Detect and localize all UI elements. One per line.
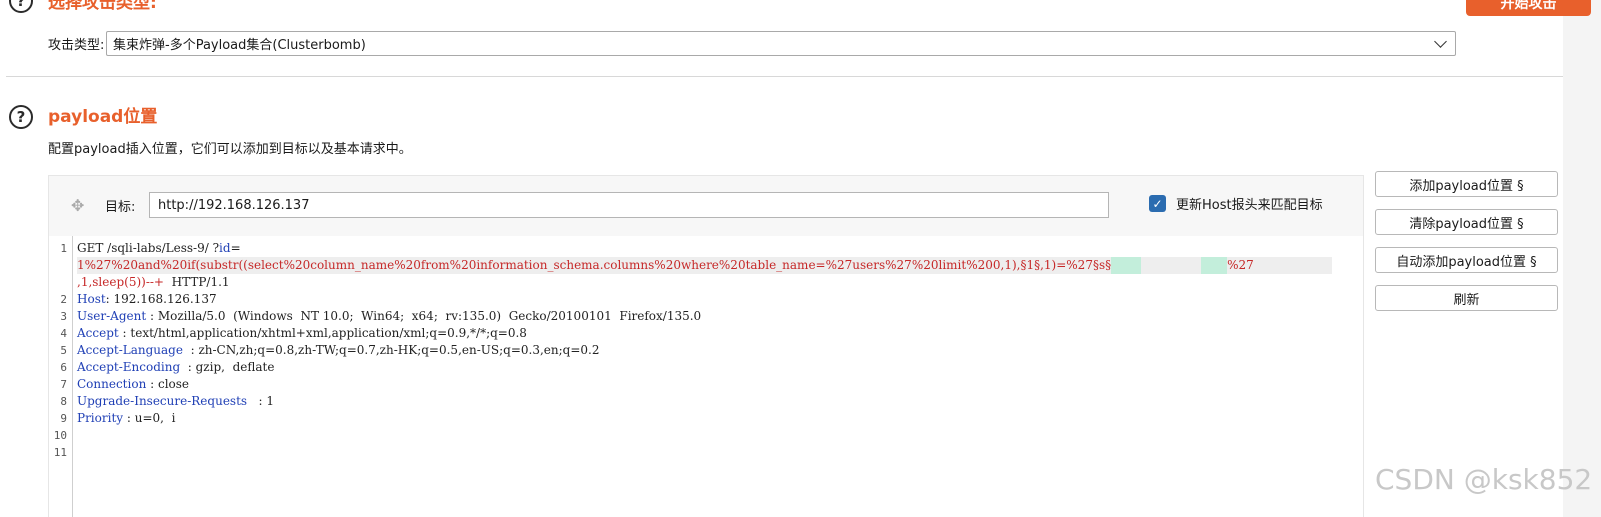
header-key: Accept bbox=[77, 326, 119, 340]
refresh-button[interactable]: 刷新 bbox=[1375, 285, 1558, 311]
attack-type-row: 攻击类型: 集束炸弹-多个Payload集合(Clusterbomb) bbox=[48, 31, 1456, 56]
request-header-line: Connection : close bbox=[77, 376, 189, 393]
add-payload-position-button[interactable]: 添加payload位置 § bbox=[1375, 171, 1558, 197]
start-attack-button[interactable]: 开始攻击 bbox=[1466, 0, 1591, 16]
clear-payload-position-button[interactable]: 清除payload位置 § bbox=[1375, 209, 1558, 235]
request-line: GET /sqli-labs/Less-9/ ?id= bbox=[77, 240, 241, 257]
line-number: 6 bbox=[60, 361, 67, 374]
request-header-line: Accept-Language : zh-CN,zh;q=0.8,zh-TW;q… bbox=[77, 342, 599, 359]
payload-tail: %27 bbox=[1227, 258, 1254, 272]
request-header-line: Host: 192.168.126.137 bbox=[77, 291, 217, 308]
attack-section-title: 选择攻击类型: bbox=[48, 0, 157, 13]
header-value: : Mozilla/5.0 (Windows NT 10.0; Win64; x… bbox=[146, 309, 702, 323]
header-key: Accept-Language bbox=[77, 343, 183, 357]
right-edge-strip bbox=[1563, 0, 1601, 517]
header-key: Upgrade-Insecure-Requests bbox=[77, 394, 248, 408]
watermark: CSDN @ksk852 bbox=[1375, 463, 1593, 496]
header-value: : u=0, i bbox=[123, 411, 176, 425]
line-number: 3 bbox=[60, 310, 67, 323]
payload-position-buttons: 添加payload位置 § 清除payload位置 § 自动添加payload位… bbox=[1375, 171, 1558, 323]
line-number-gutter: 1 2 3 4 5 6 7 8 9 10 11 bbox=[49, 236, 73, 517]
section-divider bbox=[6, 76, 1563, 77]
request-header-line: Priority : u=0, i bbox=[77, 410, 175, 427]
line-number: 9 bbox=[60, 412, 67, 425]
target-row: ✥ 目标: http://192.168.126.137 bbox=[71, 192, 1109, 218]
header-value: : 192.168.126.137 bbox=[105, 292, 217, 306]
line-number: 1 bbox=[60, 242, 67, 255]
payload-editor-panel: ✥ 目标: http://192.168.126.137 ✓ 更新Host报头来… bbox=[48, 175, 1364, 517]
line-number: 11 bbox=[53, 446, 67, 459]
update-host-label: 更新Host报头来匹配目标 bbox=[1176, 198, 1323, 213]
request-editor[interactable]: 1 2 3 4 5 6 7 8 9 10 11 GET /sqli-labs/L… bbox=[49, 236, 1363, 517]
header-value: : gzip, deflate bbox=[180, 360, 275, 374]
header-key: Priority bbox=[77, 411, 124, 425]
update-host-checkbox[interactable]: ✓ bbox=[1149, 195, 1166, 212]
http-version: HTTP/1.1 bbox=[164, 275, 230, 289]
query-param-name: id bbox=[219, 241, 231, 255]
payload-marker-highlight bbox=[1111, 257, 1142, 274]
payload-text: 1%27%20and%20if(substr((select%20column_… bbox=[77, 258, 1112, 272]
attack-type-label: 攻击类型: bbox=[48, 38, 105, 53]
line-number: 2 bbox=[60, 293, 67, 306]
request-line: ,1,sleep(5))--+ HTTP/1.1 bbox=[77, 274, 230, 291]
auto-add-payload-position-button[interactable]: 自动添加payload位置 § bbox=[1375, 247, 1558, 273]
header-value: : text/html,application/xhtml+xml,applic… bbox=[118, 326, 527, 340]
line-number: 10 bbox=[53, 429, 67, 442]
chevron-down-icon bbox=[1434, 34, 1447, 48]
request-header-line: User-Agent : Mozilla/5.0 (Windows NT 10.… bbox=[77, 308, 701, 325]
header-value: : 1 bbox=[247, 394, 275, 408]
move-icon[interactable]: ✥ bbox=[71, 196, 105, 215]
request-header-line: Accept : text/html,application/xhtml+xml… bbox=[77, 325, 527, 342]
header-key: Accept-Encoding bbox=[77, 360, 181, 374]
request-line: 1%27%20and%20if(substr((select%20column_… bbox=[77, 257, 1332, 274]
header-key: Host bbox=[77, 292, 106, 306]
header-key: User-Agent bbox=[77, 309, 147, 323]
line-number: 4 bbox=[60, 327, 67, 340]
header-value: : zh-CN,zh;q=0.8,zh-TW;q=0.7,zh-HK;q=0.5… bbox=[182, 343, 600, 357]
target-input[interactable]: http://192.168.126.137 bbox=[149, 192, 1109, 218]
line-number: 5 bbox=[60, 344, 67, 357]
request-method-path: GET /sqli-labs/Less-9/ ? bbox=[77, 241, 220, 255]
payload-description: 配置payload插入位置，它们可以添加到目标以及基本请求中。 bbox=[48, 142, 412, 157]
attack-help-icon[interactable]: ? bbox=[9, 0, 33, 13]
header-key: Connection bbox=[77, 377, 147, 391]
payload-section-title: payload位置 bbox=[48, 107, 158, 127]
attack-type-select[interactable]: 集束炸弹-多个Payload集合(Clusterbomb) bbox=[106, 31, 1456, 56]
request-header-line: Accept-Encoding : gzip, deflate bbox=[77, 359, 274, 376]
line-number: 7 bbox=[60, 378, 67, 391]
payload-marker-highlight bbox=[1201, 257, 1228, 274]
header-value: : close bbox=[146, 377, 190, 391]
query-equals: = bbox=[230, 241, 241, 255]
payload-help-icon[interactable]: ? bbox=[9, 105, 33, 129]
line-number: 8 bbox=[60, 395, 67, 408]
target-label: 目标: bbox=[105, 199, 136, 215]
request-header-line: Upgrade-Insecure-Requests : 1 bbox=[77, 393, 274, 410]
payload-text: ,1,sleep(5))--+ bbox=[77, 275, 164, 289]
attack-type-value: 集束炸弹-多个Payload集合(Clusterbomb) bbox=[113, 38, 366, 53]
update-host-row: ✓ 更新Host报头来匹配目标 bbox=[1149, 194, 1323, 213]
